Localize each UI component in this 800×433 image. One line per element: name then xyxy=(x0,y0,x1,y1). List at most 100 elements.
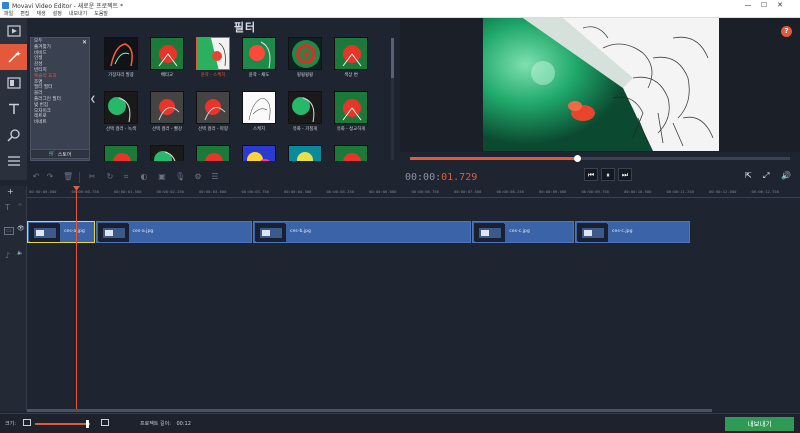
filter-category-list[interactable]: ✕ 모두 즐겨찾기 비비드 인생 감성 빈티지 예술적 효과 조명 필터 필터 블러 플러그인 필터… xyxy=(30,37,90,161)
filter-thumbnail[interactable] xyxy=(334,145,368,161)
minimize-button[interactable]: — xyxy=(741,0,755,10)
ruler-tick: 00:00:00.000 xyxy=(29,189,57,194)
link-icon[interactable]: ∞ xyxy=(18,202,22,208)
filter-preview-image xyxy=(288,145,322,161)
delete-icon[interactable]: 🗑 xyxy=(63,172,73,182)
menu-export[interactable]: 내보내기 xyxy=(69,10,87,17)
filter-thumbnail[interactable]: 선택 컬러 - 녹색 xyxy=(104,91,138,132)
filter-thumbnail[interactable]: 윙윙윙윙 xyxy=(288,37,322,78)
filter-thumbnail[interactable]: 윤곽 - 채도 xyxy=(242,37,276,78)
scroll-thumb[interactable] xyxy=(391,38,394,78)
filter-scrollbar[interactable] xyxy=(391,38,394,160)
zoom-label: 크기: xyxy=(5,421,16,427)
add-track-icon[interactable]: + xyxy=(7,187,14,196)
store-button[interactable]: 🛒 스토어 xyxy=(30,149,90,159)
filter-thumbnail[interactable] xyxy=(150,145,184,161)
left-tool-strip xyxy=(0,18,27,180)
menu-settings[interactable]: 설정 xyxy=(53,10,62,17)
clip-thumbnail xyxy=(577,223,608,242)
filters-tool[interactable] xyxy=(0,44,27,70)
filter-label: 색상 변 xyxy=(344,73,358,78)
filter-thumbnail[interactable] xyxy=(242,145,276,161)
equalizer-icon[interactable]: ☰ xyxy=(210,172,220,182)
menu-file[interactable]: 파일 xyxy=(4,10,13,17)
detach-preview-icon[interactable]: ⇱ xyxy=(745,171,752,180)
cut-icon[interactable]: ✂ xyxy=(87,172,97,182)
filter-thumbnail[interactable] xyxy=(104,145,138,161)
timeline-clip[interactable]: ces-a.jpg xyxy=(95,221,253,243)
clip-name: ces-c.jpg xyxy=(612,229,633,234)
filter-thumbnail[interactable]: 스케치 xyxy=(242,91,276,132)
previous-button[interactable]: ⏮ xyxy=(584,168,598,181)
progress-knob[interactable] xyxy=(574,155,582,162)
timeline-ruler[interactable]: 00:00:00.000 00:00:00.750 00:00:01.500 00:0… xyxy=(27,188,800,198)
microphone-icon[interactable]: 🎙 xyxy=(175,172,185,182)
project-duration-label: 프로젝트 길이: xyxy=(140,421,171,427)
menu-playback[interactable]: 재생 xyxy=(36,10,45,17)
image-icon[interactable]: ▣ xyxy=(157,172,167,182)
ruler-tick: 00:00:01.500 xyxy=(114,189,142,194)
filter-preview-image xyxy=(150,91,184,124)
filter-thumbnail[interactable]: 선택 컬러 - 파랑 xyxy=(196,91,230,132)
rotate-icon[interactable]: ↻ xyxy=(105,172,115,182)
zoom-tool[interactable] xyxy=(0,122,27,148)
undo-icon[interactable]: ↶ xyxy=(31,172,41,182)
timeline-clip[interactable]: ces-c.jpg xyxy=(575,221,691,243)
visibility-icon[interactable]: 👁 xyxy=(17,225,25,232)
ruler-tick: 00:00:06.750 xyxy=(411,189,439,194)
filter-thumbnail[interactable]: 유화 - 정교하게 xyxy=(334,91,368,132)
filter-thumbnail[interactable]: 가장자리 발광 xyxy=(104,37,138,78)
redo-icon[interactable]: ↷ xyxy=(45,172,55,182)
filter-preview-image xyxy=(196,145,230,161)
maximize-button[interactable]: ☐ xyxy=(757,0,771,10)
filter-thumbnail[interactable]: 유화 - 거칠게 xyxy=(288,91,322,132)
timeline-clip[interactable]: ces-b.jpg xyxy=(253,221,472,243)
clip-thumbnail xyxy=(474,223,506,242)
help-button[interactable]: ? xyxy=(781,26,792,37)
filter-preview-image xyxy=(104,145,138,161)
color-adjust-icon[interactable]: ◐ xyxy=(139,172,149,182)
timeline-clip[interactable]: ces-c.jpg xyxy=(472,221,574,243)
filter-preview-image xyxy=(196,37,230,70)
settings-icon[interactable]: ⚙ xyxy=(193,172,203,182)
filter-preview-image xyxy=(104,91,138,124)
timeline-clip[interactable]: ces-a.jpg xyxy=(27,221,95,243)
ruler-tick: 00:00:03.000 xyxy=(199,189,227,194)
titles-tool[interactable] xyxy=(0,96,27,122)
zoom-slider[interactable] xyxy=(35,423,90,425)
menu-help[interactable]: 도움말 xyxy=(94,10,108,17)
filter-label: 선택 컬러 - 빨강 xyxy=(151,127,182,132)
next-button[interactable]: ⏭ xyxy=(618,168,632,181)
crop-icon[interactable]: ⌗ xyxy=(121,172,131,182)
close-window-button[interactable]: ✕ xyxy=(773,0,787,10)
playhead[interactable] xyxy=(76,186,77,410)
title-bar: Movavi Video Editor - 새로운 프로젝트 * — ☐ ✕ xyxy=(0,0,800,10)
collapse-arrow-icon[interactable]: ❮ xyxy=(90,95,96,103)
filter-preview-image xyxy=(288,91,322,124)
progress-fill xyxy=(410,157,578,160)
category-item[interactable]: 비네트 xyxy=(31,120,89,126)
filter-thumbnail[interactable]: 색상 변 xyxy=(334,37,368,78)
close-icon[interactable]: ✕ xyxy=(82,39,87,46)
zoom-in-icon[interactable] xyxy=(101,419,109,426)
mute-icon[interactable]: 🔈 xyxy=(17,250,23,256)
filter-thumbnail[interactable]: 배타교 xyxy=(150,37,184,78)
filter-thumbnail[interactable]: 선택 컬러 - 빨강 xyxy=(150,91,184,132)
zoom-out-icon[interactable] xyxy=(23,419,31,426)
menu-edit[interactable]: 편집 xyxy=(20,10,29,17)
import-media-tool[interactable] xyxy=(0,18,27,44)
timeline-scrollbar[interactable] xyxy=(27,409,712,412)
filter-thumbnail[interactable] xyxy=(288,145,322,161)
filter-thumbnail[interactable]: 윤곽 - 스케치 xyxy=(196,37,230,78)
pause-button[interactable]: ⏸ xyxy=(601,168,615,181)
filter-thumbnail[interactable] xyxy=(196,145,230,161)
fullscreen-icon[interactable]: ⤢ xyxy=(763,171,769,181)
volume-icon[interactable]: 🔊 xyxy=(781,171,791,180)
export-button[interactable]: 내보내기 xyxy=(725,417,794,431)
zoom-knob[interactable] xyxy=(86,420,89,428)
track-header: + T ∞ ▭ 👁 ♪ 🔈 xyxy=(0,186,27,411)
more-tools[interactable] xyxy=(0,148,27,174)
transitions-tool[interactable] xyxy=(0,70,27,96)
playback-progress[interactable] xyxy=(410,155,790,162)
ruler-tick: 00:00:12.000 xyxy=(709,189,737,194)
